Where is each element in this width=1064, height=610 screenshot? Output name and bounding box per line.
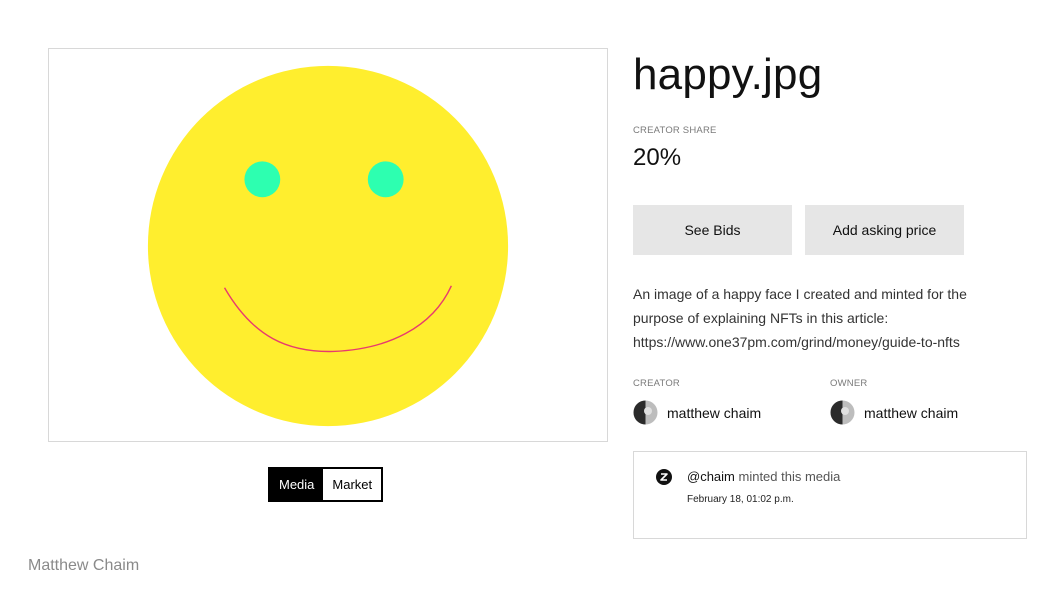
tab-media[interactable]: Media (270, 469, 324, 500)
add-asking-price-button[interactable]: Add asking price (805, 205, 964, 255)
creator-share-value: 20% (633, 144, 682, 171)
mint-action: minted this media (738, 469, 841, 484)
zora-icon (656, 469, 672, 490)
description-line: An image of a happy face I created and m… (633, 286, 967, 302)
creator-name: matthew chaim (667, 404, 762, 421)
smiley-image (147, 65, 509, 427)
mint-event-text: @chaim minted this media (687, 469, 840, 484)
left-eye (244, 161, 281, 198)
right-eye (367, 161, 404, 198)
avatar (830, 400, 855, 425)
owner-label: OWNER (830, 378, 868, 389)
author-watermark: Matthew Chaim (28, 557, 140, 574)
media-description: An image of a happy face I created and m… (633, 282, 1003, 354)
creator-label: CREATOR (633, 378, 680, 389)
see-bids-button[interactable]: See Bids (633, 205, 792, 255)
description-line: purpose of explaining NFTs in this artic… (633, 310, 889, 326)
creator-profile[interactable]: matthew chaim (633, 400, 761, 425)
owner-profile[interactable]: matthew chaim (830, 400, 958, 425)
history-card: @chaim minted this media February 18, 01… (633, 451, 1027, 539)
smiley-face (147, 65, 509, 427)
creator-share-label: CREATOR SHARE (633, 125, 717, 136)
media-preview (48, 48, 608, 442)
media-title: happy.jpg (633, 50, 823, 99)
avatar (633, 400, 658, 425)
mint-date: February 18, 01:02 p.m. (687, 494, 794, 505)
tab-market[interactable]: Market (323, 469, 382, 500)
owner-name: matthew chaim (864, 404, 959, 421)
minter-handle[interactable]: @chaim (687, 469, 735, 484)
description-link[interactable]: https://www.one37pm.com/grind/money/guid… (633, 330, 1003, 354)
view-toggle: Media Market (268, 467, 384, 502)
